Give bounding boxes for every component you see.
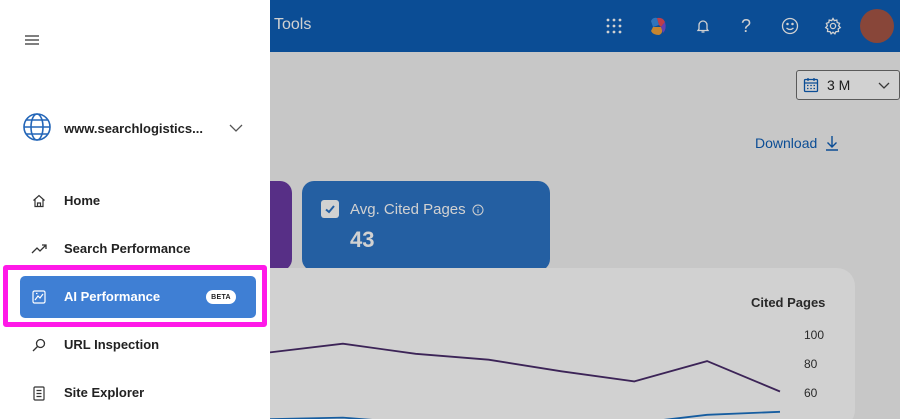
sidebar-item-label: Site Explorer <box>64 385 145 400</box>
chevron-down-icon <box>229 124 243 132</box>
hamburger-menu-icon[interactable] <box>22 31 42 49</box>
sidebar-item-home[interactable]: Home <box>20 180 256 222</box>
sidebar-item-url-inspection[interactable]: URL Inspection <box>20 324 256 366</box>
home-icon <box>30 192 48 210</box>
sidebar-item-label: Search Performance <box>64 241 191 256</box>
site-name: www.searchlogistics... <box>64 121 203 136</box>
site-selector[interactable]: www.searchlogistics... <box>22 112 252 144</box>
sidebar-drawer: www.searchlogistics... Home Search Perfo… <box>0 0 270 419</box>
sidebar-item-label: URL Inspection <box>64 337 160 352</box>
trend-icon <box>30 240 48 258</box>
document-icon <box>30 384 48 402</box>
globe-icon <box>23 113 51 141</box>
annotation-highlight-box <box>3 265 267 327</box>
sidebar-item-site-explorer[interactable]: Site Explorer <box>20 372 256 414</box>
sidebar-item-label: Home <box>64 193 101 208</box>
magnifier-icon <box>30 336 48 354</box>
sidebar-item-search-performance[interactable]: Search Performance <box>20 228 256 270</box>
